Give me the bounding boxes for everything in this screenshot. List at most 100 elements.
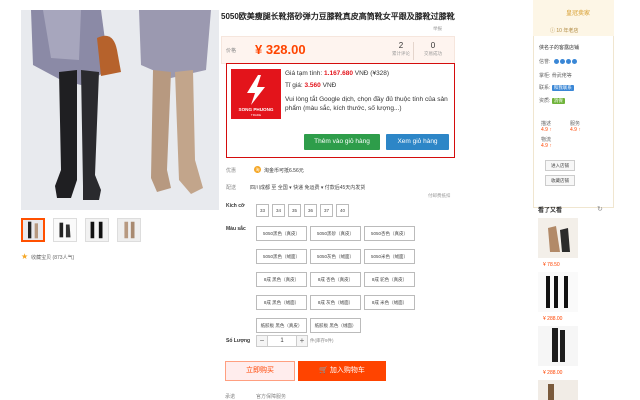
color-option[interactable]: 5050灰色（绒面） (310, 249, 361, 264)
price-amount: 328.00 (265, 42, 306, 57)
shop-score-service: 服务 4.9 ↑ (570, 120, 581, 133)
taobao-coin-icon: 淘 (254, 166, 261, 173)
shipping-selector[interactable]: 四川成都 至 全国 ▾ 快递 免运费 ▾ 付款后45天内发货 (250, 184, 365, 191)
shop-rating-row: 信誉: (539, 58, 577, 65)
thumbnail-3[interactable] (85, 218, 109, 242)
color-option[interactable]: 纸胶板 黑色（真皮） (256, 318, 307, 333)
add-to-cart-vn-button[interactable]: Thêm vào giỏ hàng (304, 134, 380, 150)
also-viewed-item[interactable] (538, 326, 578, 366)
review-count-label: 累计评论 (392, 51, 410, 56)
size-option[interactable]: 35 (288, 204, 301, 217)
color-option[interactable]: 5050米色（绒面） (364, 249, 415, 264)
cart-icon: 🛒 (319, 367, 330, 374)
quantity-input[interactable]: 1 (268, 335, 296, 347)
score-value: 4.9 ↑ (541, 143, 552, 149)
color-option[interactable]: 8成 杏色（真皮） (310, 272, 361, 287)
instruction-note: Vui lòng tắt Google dịch, chọn đầy đủ th… (285, 96, 448, 112)
crown-seller-label: 皇冠卖家 (566, 11, 591, 17)
also-viewed-item[interactable] (538, 218, 578, 258)
color-option[interactable]: 5050杏色（真皮） (364, 226, 415, 241)
consumer-protection-badge: 消保 (551, 98, 565, 104)
estimated-price-value: 1.167.680 (324, 70, 353, 77)
estimated-price-suffix: VNĐ (¥328) (352, 70, 390, 77)
size-option[interactable]: 34 (272, 204, 285, 217)
color-option[interactable]: 纸胶板 黑色（绒面） (310, 318, 361, 333)
stat-divider (413, 42, 414, 60)
color-option[interactable]: 5050黑砂（真皮） (310, 226, 361, 241)
brand-sub: TRADE (251, 113, 261, 117)
review-count-number: 2 (398, 41, 404, 50)
color-option[interactable]: 5050黑色（绒面） (256, 249, 307, 264)
promise-label: 承诺 (225, 394, 236, 400)
exchange-rate-suffix: VNĐ (320, 82, 337, 89)
star-icon: ★ (21, 252, 29, 261)
shop-owner-row: 掌柜: 骨武佬等 (539, 72, 572, 79)
score-value: 4.9 ↑ (541, 127, 552, 133)
shop-score-description: 描述 4.9 ↑ (541, 120, 552, 133)
review-count[interactable]: 2 累计评论 (388, 41, 414, 57)
thumbnail-strip (21, 218, 141, 242)
estimated-price: Giá tạm tính: 1.167.680 VNĐ (¥328) (285, 69, 389, 78)
color-option[interactable]: 5050黑色（真皮） (256, 226, 307, 241)
quantity-label: Số Lượng (226, 338, 251, 344)
score-label: 描述 (541, 121, 552, 127)
score-value: 4.9 ↑ (570, 127, 581, 133)
exchange-rate: Tỉ giá: 3.560 VNĐ (285, 81, 336, 90)
exchange-rate-label: Tỉ giá: (285, 82, 305, 89)
shop-score-logistics: 物流 4.9 ↑ (541, 136, 552, 149)
size-option[interactable]: 33 (256, 204, 269, 217)
promise-value: 官方保障服务 (256, 394, 287, 400)
add-to-cart-label: 加入购物车 (329, 367, 365, 374)
sales-count-label: 交易成功 (424, 51, 442, 56)
brand-name: SONG PHUONG (239, 107, 274, 112)
view-cart-button[interactable]: Xem giỏ hàng (386, 134, 449, 150)
score-label: 物流 (541, 137, 552, 143)
price-label: 价格 (226, 48, 237, 54)
sales-count: 0 交易成功 (420, 41, 446, 57)
thumbnail-4[interactable] (117, 218, 141, 242)
shop-years-label: 10 年老店 (556, 28, 579, 34)
report-link[interactable]: 举报 (433, 26, 442, 32)
contact-seller-button[interactable]: 和我联系 (551, 85, 574, 91)
songphuong-logo: SONG PHUONG TRADE (231, 69, 281, 119)
also-viewed-price: ¥ 288.00 (543, 316, 563, 322)
shop-owner-name[interactable]: 骨武佬等 (552, 73, 572, 79)
exchange-rate-value: 3.560 (304, 82, 321, 89)
color-option[interactable]: 8成 灰色（绒面） (310, 295, 361, 310)
quantity-increase-button[interactable]: + (296, 335, 308, 347)
shop-name[interactable]: 侠名子的客露店铺 (539, 44, 579, 51)
add-to-cart-button[interactable]: 🛒 加入购物车 (298, 361, 386, 381)
color-option[interactable]: 8成 驼色（真皮） (364, 272, 415, 287)
price-value: ¥ 328.00 (255, 42, 306, 57)
shop-rating-label: 信誉: (539, 59, 551, 65)
color-option[interactable]: 8成 黑色（绒面） (256, 295, 307, 310)
score-label: 服务 (570, 121, 581, 127)
color-option[interactable]: 8成 米色（绒面） (364, 295, 415, 310)
favorite-label: 收藏宝贝 (873人气) (31, 254, 75, 261)
also-viewed-item[interactable] (538, 380, 578, 400)
size-option[interactable]: 36 (304, 204, 317, 217)
shop-quality-row: 资质: 消保 (539, 97, 565, 104)
thumbnail-1[interactable] (21, 218, 45, 242)
refresh-icon[interactable]: ↻ (597, 205, 603, 213)
color-label: Màu sắc (226, 226, 246, 232)
enter-shop-button[interactable]: 进入店铺 (545, 160, 575, 171)
shipping-extra: 付邮费抵扣 (428, 193, 451, 198)
promo-label: 优惠 (226, 168, 237, 174)
currency-symbol: ¥ (255, 42, 266, 57)
size-option[interactable]: 40 (336, 204, 349, 217)
estimated-price-label: Giá tạm tính: (285, 70, 325, 77)
shop-contact-label: 联系: (539, 85, 551, 91)
size-option[interactable]: 37 (320, 204, 333, 217)
favorite-link[interactable]: ★ 收藏宝贝 (873人气) (21, 253, 74, 261)
shop-quality-label: 资质: (539, 98, 551, 104)
buy-now-button[interactable]: 立即购买 (225, 361, 295, 381)
color-option[interactable]: 8成 黑色（真皮） (256, 272, 307, 287)
thumbnail-2[interactable] (53, 218, 77, 242)
shop-owner-label: 掌柜: (539, 73, 551, 79)
product-main-image[interactable] (21, 10, 219, 210)
product-title: 5050欧美瘦腿长靴搭砂弹力豆膝靴真皮高筒靴女平跟及膝靴过膝靴 (221, 12, 455, 21)
quantity-decrease-button[interactable]: − (256, 335, 268, 347)
also-viewed-item[interactable] (538, 272, 578, 312)
follow-shop-button[interactable]: 收藏店铺 (545, 175, 575, 186)
